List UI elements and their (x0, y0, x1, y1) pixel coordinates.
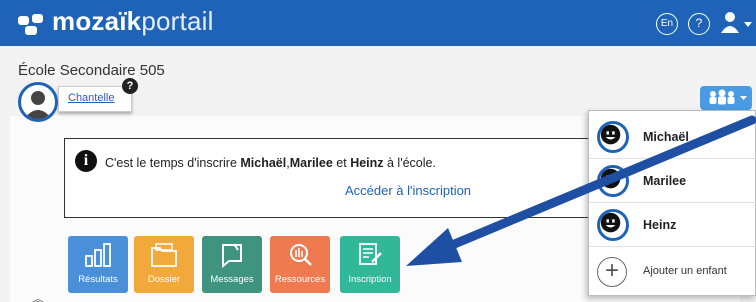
child-name: Marilee (643, 174, 687, 188)
info-icon: i (75, 150, 97, 172)
notice-child-3: Heinz (350, 156, 384, 170)
tile-label: Messages (210, 274, 254, 285)
family-icon (709, 89, 747, 105)
registration-link[interactable]: Accéder à l'inscription (345, 183, 471, 198)
tile-messages[interactable]: Messages (202, 236, 262, 293)
child-name: Michaël (643, 130, 689, 144)
registration-notice: i C'est le temps d'inscrire Michaël,Mari… (64, 138, 668, 218)
person-icon (24, 91, 52, 119)
tile-dossier[interactable]: Dossier (134, 236, 194, 293)
top-bar: mozaïkportail En ? (0, 0, 756, 46)
user-name-link[interactable]: Chantelle (68, 92, 114, 104)
notice-text: C'est le temps d'inscrire Michaël,Marile… (105, 156, 436, 170)
notice-text-start: C'est le temps d'inscrire (105, 156, 241, 170)
resources-icon (290, 244, 312, 266)
tile-label: Ressources (274, 274, 326, 285)
user-menu-icon[interactable] (720, 11, 756, 35)
child-avatar-icon (597, 209, 629, 241)
notice-sep-2: et (332, 156, 351, 170)
tile-resultats[interactable]: Résultats (68, 236, 128, 293)
logo-light: portail (141, 6, 214, 36)
notice-child-2: Marilee (289, 156, 333, 170)
user-help-badge[interactable]: ? (122, 78, 138, 94)
folder-icon (151, 243, 177, 267)
language-button[interactable]: En (656, 13, 678, 35)
child-name: Heinz (643, 218, 677, 232)
tile-inscription[interactable]: Inscription (340, 236, 400, 293)
add-child-item[interactable]: + Ajouter un enfant (589, 249, 756, 293)
tile-label: Inscription (348, 274, 392, 285)
children-selector-button[interactable] (700, 86, 752, 110)
notice-child-1: Michaël (240, 156, 287, 170)
child-avatar-icon (597, 165, 629, 197)
help-button[interactable]: ? (688, 13, 710, 35)
mozaik-logo-icon (18, 14, 43, 35)
registration-icon (359, 243, 382, 265)
add-child-label: Ajouter un enfant (643, 265, 727, 277)
tile-ressources[interactable]: Ressources (270, 236, 330, 293)
children-dropdown: Michaël Marilee Heinz + Ajouter un enfan… (588, 110, 756, 296)
logo-bold: mozaïk (52, 6, 142, 36)
child-avatar-icon (597, 121, 629, 153)
logo-wordmark[interactable]: mozaïkportail (52, 6, 214, 37)
child-item-marilee[interactable]: Marilee (589, 159, 756, 203)
chart-icon (85, 243, 111, 267)
plus-icon: + (597, 257, 627, 287)
child-item-michael[interactable]: Michaël (589, 115, 756, 159)
collapse-icon[interactable]: ︽ (32, 290, 44, 302)
tile-label: Résultats (78, 274, 118, 285)
message-icon (222, 243, 242, 268)
user-name-tab: Chantelle (58, 86, 132, 112)
school-name: École Secondaire 505 (18, 62, 165, 79)
notice-text-end: à l'école. (383, 156, 436, 170)
user-avatar[interactable] (18, 82, 58, 122)
child-item-heinz[interactable]: Heinz (589, 203, 756, 247)
tile-label: Dossier (147, 274, 181, 285)
